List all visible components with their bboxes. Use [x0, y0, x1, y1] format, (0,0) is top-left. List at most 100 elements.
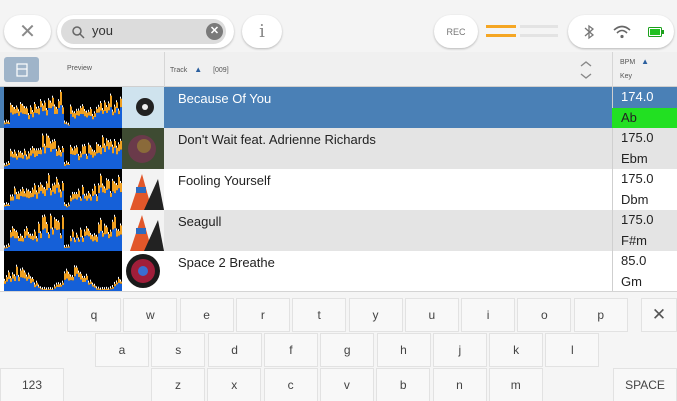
track-title: Don't Wait feat. Adrienne Richards: [178, 132, 376, 147]
track-bpm-key: 174.0 Ab: [612, 87, 677, 128]
track-title: Fooling Yourself: [178, 173, 271, 188]
key-d[interactable]: d: [207, 333, 262, 367]
clear-search-icon[interactable]: ✕: [206, 23, 223, 40]
waveform-preview[interactable]: [4, 169, 122, 210]
sort-ascending-icon: ▲: [194, 65, 203, 74]
backspace-icon: ✕: [651, 305, 667, 324]
level-meter: [486, 22, 558, 42]
sort-toggle-icon[interactable]: [578, 59, 594, 81]
waveform-preview[interactable]: [4, 87, 122, 128]
search-bar[interactable]: you ✕: [57, 15, 234, 48]
header-divider: [164, 52, 165, 87]
bpm-header-label: BPM: [620, 59, 636, 66]
key-z[interactable]: z: [151, 368, 205, 401]
key-j[interactable]: j: [432, 333, 487, 367]
meter-left-active: [486, 25, 516, 28]
key-a[interactable]: a: [95, 333, 149, 367]
backspace-key[interactable]: ✕: [641, 298, 677, 332]
track-title: Seagull: [178, 214, 222, 229]
album-artwork: [122, 87, 164, 128]
track-bpm-key: 175.0 Dbm: [612, 169, 677, 210]
track-header-label: Track: [170, 67, 188, 74]
key-g[interactable]: g: [320, 333, 375, 367]
info-icon: i: [259, 21, 265, 42]
key-u[interactable]: u: [404, 298, 459, 332]
key-f[interactable]: f: [263, 333, 318, 367]
track-row[interactable]: Because Of You 174.0 Ab: [0, 87, 677, 128]
close-button[interactable]: ✕: [4, 15, 51, 48]
waveform-preview[interactable]: [4, 251, 122, 292]
track-bpm: 175.0: [621, 212, 654, 227]
track-bpm: 175.0: [621, 171, 654, 186]
key-v[interactable]: v: [319, 368, 374, 401]
track-bpm: 175.0: [621, 130, 654, 145]
track-row[interactable]: Seagull 175.0 F#m: [0, 210, 677, 251]
key-l[interactable]: l: [545, 333, 600, 367]
column-config-button[interactable]: [4, 57, 39, 82]
key-p[interactable]: p: [573, 298, 628, 332]
search-icon: [72, 26, 85, 39]
battery-icon: [644, 15, 668, 48]
key-h[interactable]: h: [376, 333, 431, 367]
track-bpm-key: 85.0 Gm: [612, 251, 677, 292]
key-y[interactable]: y: [348, 298, 403, 332]
track-bpm: 174.0: [621, 89, 654, 104]
key-column-header[interactable]: Key: [620, 73, 632, 80]
track-bpm: 85.0: [621, 253, 647, 268]
key-e[interactable]: e: [179, 298, 234, 332]
track-key: Ebm: [621, 151, 648, 166]
waveform-preview[interactable]: [4, 128, 122, 169]
track-title: Because Of You: [178, 91, 272, 106]
space-key[interactable]: SPACE: [613, 368, 677, 401]
bpm-column-header[interactable]: BPM ▲: [620, 57, 649, 66]
top-bar: ✕ you ✕ i REC: [0, 0, 677, 52]
key-k[interactable]: k: [489, 333, 544, 367]
search-input[interactable]: you ✕: [61, 19, 226, 44]
numbers-key[interactable]: 123: [0, 368, 64, 401]
track-key: Dbm: [621, 192, 649, 207]
wifi-icon: [610, 15, 634, 48]
rekordbox-track-browser: ✕ you ✕ i REC Preview Track ▲ [009] BPM …: [0, 0, 677, 401]
rec-label: REC: [446, 26, 466, 37]
waveform-preview[interactable]: [4, 210, 122, 251]
album-artwork: [122, 128, 164, 169]
column-grip-icon: [15, 62, 28, 77]
track-key: F#m: [621, 233, 647, 248]
track-bpm-key: 175.0 F#m: [612, 210, 677, 251]
on-screen-keyboard: qwertyuiop ✕ asdfghjkl zxcvbnm 123 SPACE: [0, 291, 677, 401]
track-key: Ab: [612, 108, 677, 128]
search-query-text: you: [92, 23, 113, 38]
track-row[interactable]: Fooling Yourself 175.0 Dbm: [0, 169, 677, 210]
track-row[interactable]: Don't Wait feat. Adrienne Richards 175.0 E…: [0, 128, 677, 169]
key-r[interactable]: r: [235, 298, 290, 332]
key-s[interactable]: s: [151, 333, 206, 367]
close-icon: ✕: [19, 21, 36, 43]
header-divider: [612, 52, 613, 87]
rec-button[interactable]: REC: [434, 15, 478, 48]
preview-column-header[interactable]: Preview: [67, 65, 92, 72]
album-artwork: [122, 169, 164, 210]
meter-right-idle: [520, 34, 558, 37]
key-n[interactable]: n: [432, 368, 487, 401]
info-button[interactable]: i: [242, 15, 282, 48]
bpm-sort-icon: ▲: [641, 57, 650, 66]
key-w[interactable]: w: [123, 298, 178, 332]
track-column-header[interactable]: Track ▲ [009]: [170, 65, 229, 74]
track-count: [009]: [213, 67, 229, 74]
key-m[interactable]: m: [488, 368, 543, 401]
album-artwork: [122, 210, 164, 251]
key-b[interactable]: b: [376, 368, 431, 401]
status-indicators: [568, 15, 674, 48]
column-header: Preview Track ▲ [009] BPM ▲ Key: [0, 52, 677, 87]
album-artwork: [122, 251, 164, 292]
track-row[interactable]: Space 2 Breathe 85.0 Gm: [0, 251, 677, 292]
track-bpm-key: 175.0 Ebm: [612, 128, 677, 169]
key-x[interactable]: x: [207, 368, 262, 401]
key-c[interactable]: c: [263, 368, 318, 401]
key-t[interactable]: t: [292, 298, 347, 332]
key-i[interactable]: i: [461, 298, 516, 332]
key-q[interactable]: q: [67, 298, 121, 332]
key-o[interactable]: o: [517, 298, 572, 332]
bluetooth-icon: [578, 15, 600, 48]
track-key: Gm: [621, 274, 642, 289]
